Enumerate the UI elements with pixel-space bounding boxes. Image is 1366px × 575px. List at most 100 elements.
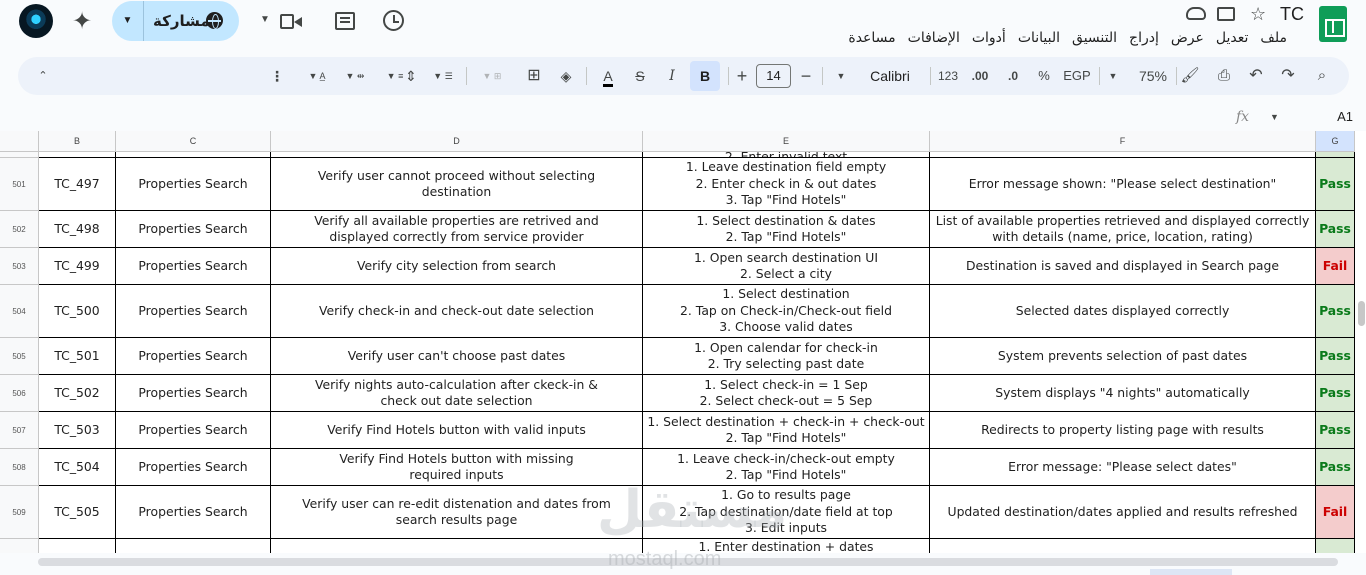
paint-format-icon[interactable]: 🖌 xyxy=(1180,57,1200,95)
fill-color-icon[interactable]: ◈ xyxy=(556,57,576,95)
merge-cells-icon[interactable]: ▼ ⊞ xyxy=(472,57,512,95)
table-cell[interactable]: 1. Open search destination UI 2. Select … xyxy=(643,248,930,285)
menu-item[interactable]: إدراج xyxy=(1123,29,1165,46)
print-icon[interactable]: ⎙ xyxy=(1214,57,1234,95)
table-cell[interactable]: Properties Search xyxy=(116,412,271,449)
status-cell[interactable]: Pass xyxy=(1316,449,1355,486)
table-cell[interactable]: TC_505 xyxy=(39,486,116,539)
menu-item[interactable]: مساعدة xyxy=(842,29,901,46)
increase-decimal-button[interactable]: .00 xyxy=(968,57,992,95)
percent-button[interactable]: % xyxy=(1036,57,1052,95)
table-cell[interactable]: TC_500 xyxy=(39,285,116,338)
column-header[interactable]: F xyxy=(930,131,1316,152)
table-cell[interactable]: Verify Find Hotels button with valid inp… xyxy=(271,412,643,449)
vertical-scroll-thumb[interactable] xyxy=(1358,301,1365,326)
table-cell[interactable]: Verify check-in and check-out date selec… xyxy=(271,285,643,338)
table-cell[interactable]: 1. Select check-in = 1 Sep 2. Select che… xyxy=(643,375,930,412)
search-menus-icon[interactable]: ⌕ xyxy=(1312,57,1332,95)
table-cell[interactable]: 1. Select destination + check-in + check… xyxy=(643,412,930,449)
share-options-chevron-icon[interactable]: ▼ xyxy=(112,1,144,41)
table-cell[interactable]: Destination is saved and displayed in Se… xyxy=(930,248,1316,285)
table-cell[interactable]: Properties Search xyxy=(116,338,271,375)
table-cell[interactable]: Error message shown: "Please select dest… xyxy=(930,158,1316,211)
table-cell[interactable]: Properties Search xyxy=(116,486,271,539)
horizontal-align-icon[interactable]: ▼ ☰ xyxy=(428,57,458,95)
redo-icon[interactable]: ↷ xyxy=(1278,57,1298,95)
table-cell[interactable]: 1. Leave check-in/check-out empty 2. Tap… xyxy=(643,449,930,486)
star-icon[interactable]: ☆ xyxy=(1250,4,1266,25)
table-cell[interactable]: 1. Open calendar for check-in 2. Try sel… xyxy=(643,338,930,375)
menu-item[interactable]: ملف xyxy=(1254,29,1293,46)
font-family-select[interactable]: Calibri xyxy=(862,57,918,95)
name-box[interactable]: A1 xyxy=(1337,109,1353,124)
table-cell[interactable]: 1. Select destination 2. Tap on Check-in… xyxy=(643,285,930,338)
table-cell[interactable]: Updated destination/dates applied and re… xyxy=(930,486,1316,539)
table-cell[interactable]: TC_498 xyxy=(39,211,116,248)
table-cell[interactable]: 1. Leave destination field empty 2. Ente… xyxy=(643,158,930,211)
decrease-font-size-button[interactable]: − xyxy=(798,57,814,95)
version-history-icon[interactable] xyxy=(383,10,404,31)
table-cell[interactable]: Verify city selection from search xyxy=(271,248,643,285)
move-folder-icon[interactable] xyxy=(1217,7,1235,21)
menu-item[interactable]: الإضافات xyxy=(902,29,966,46)
status-cell[interactable]: Fail xyxy=(1316,486,1355,539)
meet-icon[interactable] xyxy=(280,13,302,30)
table-cell[interactable]: Verify user can't choose past dates xyxy=(271,338,643,375)
table-cell[interactable]: System displays "4 nights" automatically xyxy=(930,375,1316,412)
text-color-button[interactable]: A xyxy=(596,57,620,95)
row-header[interactable]: 507 xyxy=(0,412,39,449)
table-cell[interactable]: TC_501 xyxy=(39,338,116,375)
table-cell[interactable]: 1. Enter destination + dates xyxy=(643,539,930,553)
table-cell[interactable]: List of available properties retrieved a… xyxy=(930,211,1316,248)
row-header[interactable] xyxy=(0,539,39,553)
increase-font-size-button[interactable]: + xyxy=(734,57,750,95)
table-cell[interactable]: System prevents selection of past dates xyxy=(930,338,1316,375)
menu-item[interactable]: تعديل xyxy=(1210,29,1255,46)
decrease-decimal-button[interactable]: .0 xyxy=(1002,57,1024,95)
row-header[interactable]: 509 xyxy=(0,486,39,539)
table-cell[interactable]: Properties Search xyxy=(116,211,271,248)
font-size-input[interactable]: 14 xyxy=(756,64,791,88)
text-rotation-icon[interactable]: ▼ A̲ xyxy=(302,57,332,95)
status-cell[interactable]: Pass xyxy=(1316,412,1355,449)
zoom-select[interactable]: 75% xyxy=(1136,57,1170,95)
table-cell[interactable] xyxy=(271,539,643,553)
column-header[interactable]: D xyxy=(271,131,643,152)
table-cell[interactable]: Error message: "Please select dates" xyxy=(930,449,1316,486)
table-cell[interactable]: Properties Search xyxy=(116,449,271,486)
table-cell[interactable]: Properties Search xyxy=(116,248,271,285)
select-all-corner[interactable] xyxy=(0,131,39,152)
document-title[interactable]: TC xyxy=(1280,4,1304,25)
text-direction-icon[interactable]: ▼ ⇹ xyxy=(340,57,370,95)
table-cell[interactable]: TC_502 xyxy=(39,375,116,412)
status-cell[interactable]: Pass xyxy=(1316,285,1355,338)
row-header[interactable]: 501 xyxy=(0,158,39,211)
meet-chevron-icon[interactable]: ▼ xyxy=(260,14,270,25)
status-cell[interactable]: Fail xyxy=(1316,248,1355,285)
borders-icon[interactable]: ⊞ xyxy=(524,57,544,95)
row-header[interactable]: 504 xyxy=(0,285,39,338)
horizontal-scroll-thumb[interactable] xyxy=(38,558,1338,566)
currency-button[interactable]: EGP xyxy=(1062,57,1092,95)
status-cell[interactable]: Pass xyxy=(1316,158,1355,211)
row-header[interactable]: 503 xyxy=(0,248,39,285)
cloud-saved-icon[interactable] xyxy=(1186,7,1206,20)
table-cell[interactable] xyxy=(116,539,271,553)
more-options-icon[interactable]: ⋮ xyxy=(270,57,284,95)
share-button[interactable]: ▼ مشاركة xyxy=(112,1,239,41)
row-header[interactable]: 506 xyxy=(0,375,39,412)
vertical-scrollbar[interactable] xyxy=(1355,131,1366,553)
column-header[interactable]: E xyxy=(643,131,930,152)
name-box-chevron-icon[interactable]: ▼ xyxy=(1270,112,1279,122)
account-avatar[interactable] xyxy=(19,4,53,38)
strikethrough-button[interactable]: S xyxy=(630,57,650,95)
table-cell[interactable]: TC_499 xyxy=(39,248,116,285)
table-cell[interactable]: TC_497 xyxy=(39,158,116,211)
row-header[interactable]: 502 xyxy=(0,211,39,248)
zoom-chevron-icon[interactable]: ▼ xyxy=(1106,57,1120,95)
table-cell[interactable]: TC_504 xyxy=(39,449,116,486)
status-cell[interactable]: Pass xyxy=(1316,375,1355,412)
status-cell[interactable]: Pass xyxy=(1316,338,1355,375)
comments-icon[interactable] xyxy=(335,12,355,30)
table-cell[interactable]: Verify Find Hotels button with missing r… xyxy=(271,449,643,486)
